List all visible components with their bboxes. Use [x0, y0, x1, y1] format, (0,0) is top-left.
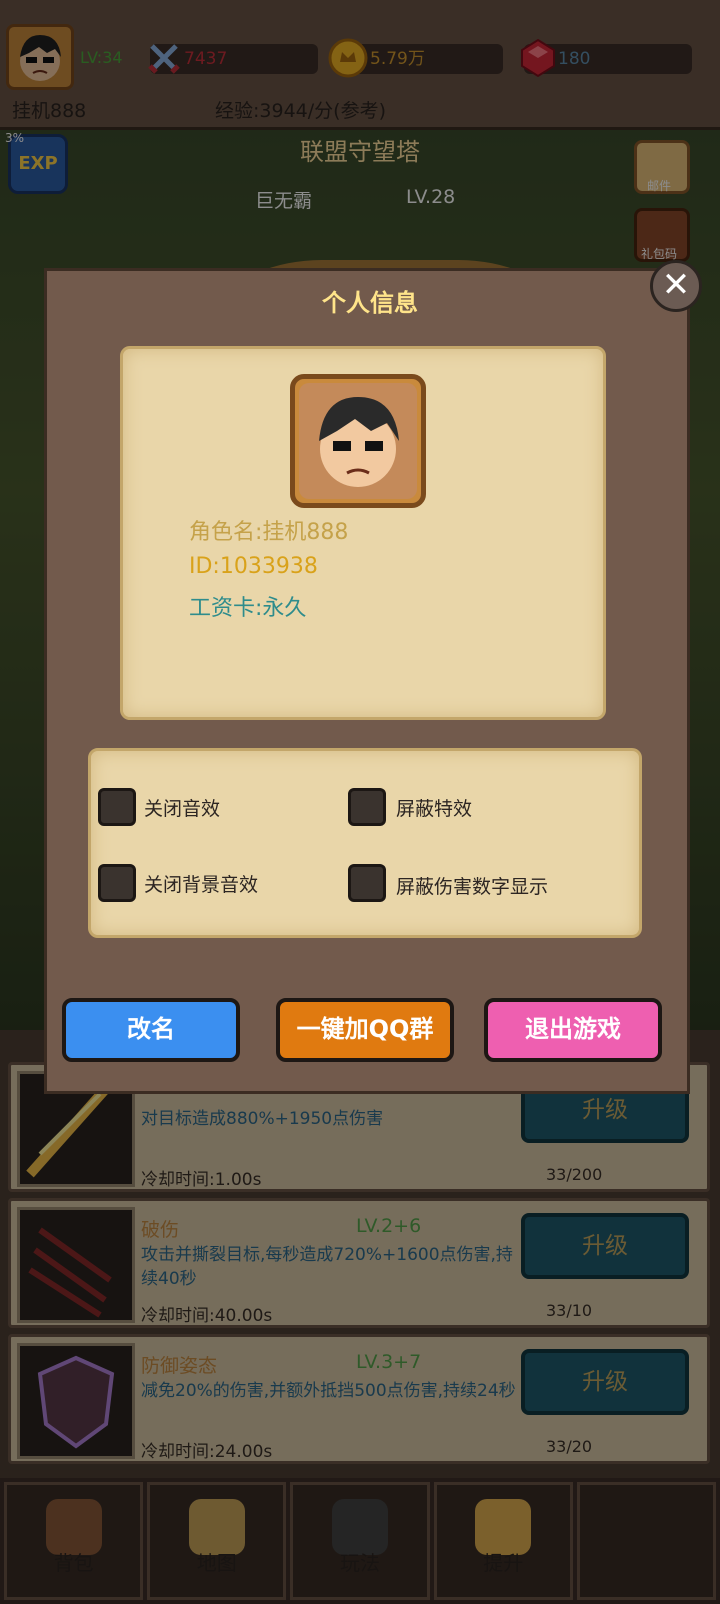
- settings-panel: [88, 748, 642, 938]
- quit-game-button[interactable]: 退出游戏: [484, 998, 662, 1062]
- hide-effects-label: 屏蔽特效: [396, 798, 473, 820]
- close-icon: ✕: [661, 265, 691, 305]
- hide-damage-numbers-checkbox[interactable]: [348, 864, 386, 902]
- rename-button[interactable]: 改名: [62, 998, 240, 1062]
- join-qq-group-button[interactable]: 一键加QQ群: [276, 998, 454, 1062]
- dialog-title: 个人信息: [322, 289, 418, 317]
- mute-music-checkbox[interactable]: [98, 864, 136, 902]
- role-name: 角色名:挂机888: [189, 520, 349, 545]
- mute-sound-label: 关闭音效: [144, 798, 221, 820]
- player-id: ID:1033938: [189, 554, 318, 579]
- profile-portrait: [290, 374, 426, 508]
- mute-music-label: 关闭背景音效: [144, 874, 259, 896]
- salary-card: 工资卡:永久: [189, 596, 307, 621]
- hide-effects-checkbox[interactable]: [348, 788, 386, 826]
- mute-sound-checkbox[interactable]: [98, 788, 136, 826]
- hide-damage-numbers-label: 屏蔽伤害数字显示: [396, 876, 549, 898]
- close-button[interactable]: ✕: [650, 260, 702, 312]
